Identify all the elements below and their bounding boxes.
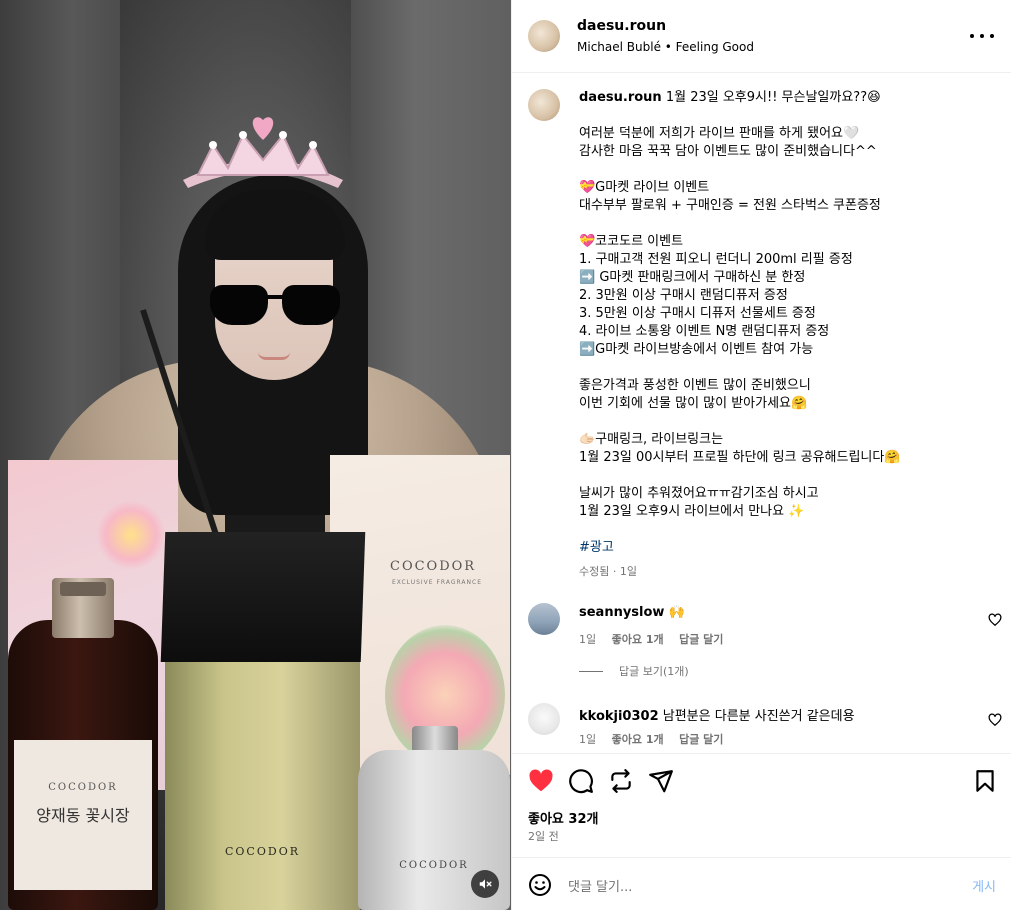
comment-like-heart-icon[interactable]: [988, 613, 1002, 627]
box-subtitle: EXCLUSIVE FRAGRANCE: [392, 579, 482, 586]
label-brand: COCODOR: [48, 782, 118, 793]
more-icon: [970, 34, 974, 38]
comment-time: 1일: [579, 633, 597, 646]
hashtag-link[interactable]: #광고: [579, 540, 614, 555]
comment-avatar[interactable]: [528, 603, 560, 635]
bangs: [205, 190, 345, 260]
emoji-icon[interactable]: [528, 873, 552, 897]
tiara-icon: [183, 117, 343, 188]
edited-timestamp: 수정됨 · 1일: [579, 565, 637, 578]
post-video[interactable]: COCODOR EXCLUSIVE FRAGRANCE COCODOR COCO…: [0, 0, 511, 910]
diffuser-cap: [160, 532, 366, 662]
mute-button[interactable]: [471, 870, 499, 898]
diffuser-bottle: COCODOR: [165, 655, 360, 910]
label-name: 양재동 꽃시장: [36, 806, 130, 825]
diffuser-brand: COCODOR: [225, 845, 300, 858]
likes-count[interactable]: 좋아요 32개: [528, 808, 598, 827]
post-header: daesu.roun Michael Bublé • Feeling Good: [512, 0, 1011, 73]
comment-meta: 1일 좋아요 1개 답글 달기: [579, 731, 735, 747]
comment-composer: 댓글 달기... 게시: [512, 857, 1011, 910]
comment-likes[interactable]: 좋아요 1개: [612, 633, 664, 646]
view-replies-button[interactable]: 답글 보기(1개): [579, 663, 689, 679]
comment-time: 1일: [579, 733, 597, 746]
caption-body: daesu.roun 1월 23일 오후9시!! 무슨날일까요??😆 여러분 덕…: [579, 89, 989, 557]
dark-bottle-cap: [60, 582, 106, 596]
comment-username[interactable]: seannyslow: [579, 605, 664, 620]
reply-button[interactable]: 답글 달기: [679, 733, 723, 746]
more-options-button[interactable]: [970, 27, 994, 45]
post-panel: daesu.roun Michael Bublé • Feeling Good …: [511, 0, 1011, 910]
caption-text: 1월 23일 오후9시!! 무슨날일까요??😆 여러분 덕분에 저희가 라이브 …: [579, 90, 901, 519]
header-username[interactable]: daesu.roun: [577, 18, 666, 34]
comment-likes[interactable]: 좋아요 1개: [612, 733, 664, 746]
comment-username[interactable]: kkokji0302: [579, 709, 659, 724]
heart-icon[interactable]: [528, 768, 554, 794]
smile: [258, 352, 290, 360]
bookmark-icon[interactable]: [972, 768, 998, 794]
comment-text: seannyslow 🙌: [579, 605, 685, 620]
avatar[interactable]: [528, 20, 560, 52]
dark-bottle-label: COCODOR 양재동 꽃시장: [14, 740, 152, 890]
comment-meta: 1일 좋아요 1개 답글 달기: [579, 631, 735, 647]
send-icon[interactable]: [648, 768, 674, 794]
replies-divider: [579, 670, 603, 672]
caption-username[interactable]: daesu.roun: [579, 90, 662, 105]
mute-icon: [479, 879, 492, 889]
sunglasses: [210, 285, 340, 327]
post-comment-button[interactable]: 게시: [972, 876, 996, 895]
comment-input[interactable]: 댓글 달기...: [568, 876, 632, 895]
comment-text: kkokji0302 남편분은 다른분 사진쓴거 같은데용: [579, 709, 855, 724]
share-icon[interactable]: [608, 768, 634, 794]
reply-button[interactable]: 답글 달기: [679, 633, 723, 646]
audio-track[interactable]: Michael Bublé • Feeling Good: [577, 40, 754, 54]
post-time: 2일 전: [528, 830, 559, 843]
action-bar: [512, 753, 1011, 806]
caption-avatar[interactable]: [528, 89, 560, 121]
box-brand: COCODOR: [390, 559, 477, 574]
comment-like-heart-icon[interactable]: [988, 713, 1002, 727]
comments-scroll[interactable]: daesu.roun 1월 23일 오후9시!! 무슨날일까요??😆 여러분 덕…: [512, 73, 1011, 753]
comment-icon[interactable]: [568, 768, 594, 794]
comment-avatar[interactable]: [528, 703, 560, 735]
